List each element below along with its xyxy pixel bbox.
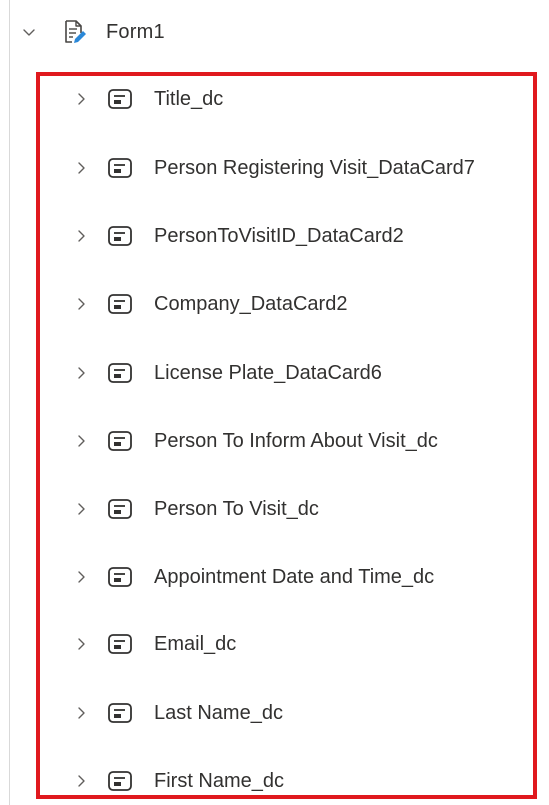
tree-item-label: First Name_dc [154, 769, 285, 792]
chevron-right-icon[interactable] [70, 362, 92, 384]
data-card-icon [106, 701, 134, 725]
chevron-right-icon[interactable] [70, 225, 92, 247]
data-card-icon [106, 429, 134, 453]
tree-item-person-registering-visit[interactable]: Person Registering Visit_DataCard7 [70, 150, 475, 186]
chevron-right-icon[interactable] [70, 430, 92, 452]
tree-item-person-to-inform[interactable]: Person To Inform About Visit_dc [70, 423, 438, 459]
data-card-icon [106, 632, 134, 656]
tree-item-first-name[interactable]: First Name_dc [70, 763, 284, 799]
tree-item-last-name[interactable]: Last Name_dc [70, 695, 283, 731]
data-card-icon [106, 361, 134, 385]
chevron-right-icon[interactable] [70, 498, 92, 520]
tree-item-label: Title_dc [154, 87, 224, 110]
data-card-list: Title_dc Person Registering Visit_DataCa… [0, 0, 549, 805]
tree-item-person-to-visit[interactable]: Person To Visit_dc [70, 491, 319, 527]
tree-item-label: PersonToVisitID_DataCard2 [154, 224, 404, 247]
data-card-icon [106, 769, 134, 793]
tree-item-label: Appointment Date and Time_dc [154, 565, 435, 588]
chevron-right-icon[interactable] [70, 293, 92, 315]
chevron-right-icon[interactable] [70, 770, 92, 792]
data-card-icon [106, 292, 134, 316]
tree-item-license-plate[interactable]: License Plate_DataCard6 [70, 355, 382, 391]
data-card-icon [106, 224, 134, 248]
data-card-icon [106, 87, 134, 111]
tree-item-label: Last Name_dc [154, 701, 283, 724]
tree-item-appointment-date-time[interactable]: Appointment Date and Time_dc [70, 559, 434, 595]
data-card-icon [106, 156, 134, 180]
tree-item-label: Company_DataCard2 [154, 292, 348, 315]
data-card-icon [106, 565, 134, 589]
chevron-right-icon[interactable] [70, 633, 92, 655]
tree-item-label: Person To Inform About Visit_dc [154, 429, 438, 452]
chevron-right-icon[interactable] [70, 157, 92, 179]
tree-item-label: License Plate_DataCard6 [154, 361, 382, 384]
chevron-right-icon[interactable] [70, 566, 92, 588]
tree-item-title-dc[interactable]: Title_dc [70, 81, 223, 117]
tree-item-email[interactable]: Email_dc [70, 626, 236, 662]
chevron-right-icon[interactable] [70, 88, 92, 110]
data-card-icon [106, 497, 134, 521]
tree-item-person-to-visit-id[interactable]: PersonToVisitID_DataCard2 [70, 218, 404, 254]
tree-item-company[interactable]: Company_DataCard2 [70, 286, 347, 322]
tree-item-label: Email_dc [154, 632, 237, 655]
chevron-right-icon[interactable] [70, 702, 92, 724]
tree-item-label: Person To Visit_dc [154, 497, 319, 520]
tree-item-label: Person Registering Visit_DataCard7 [154, 156, 475, 179]
